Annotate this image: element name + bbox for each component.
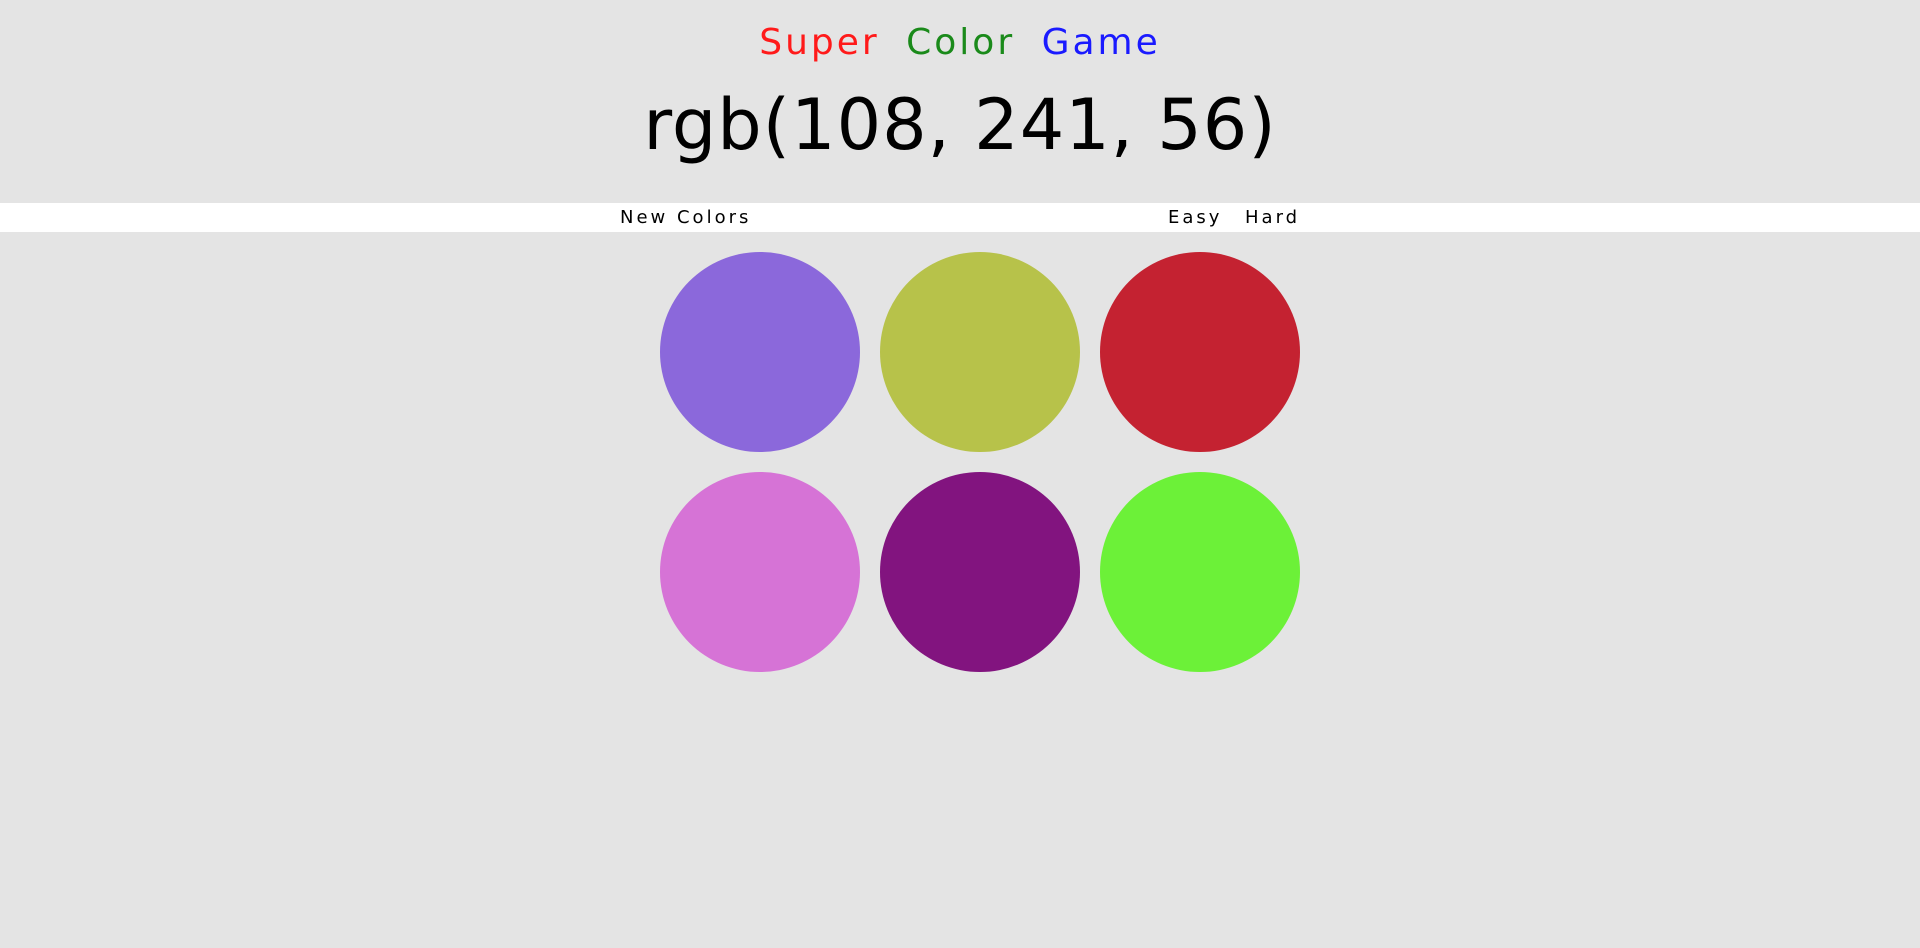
color-circle[interactable] <box>880 252 1080 452</box>
easy-mode-button[interactable]: Easy <box>1168 203 1222 232</box>
color-circle[interactable] <box>660 472 860 672</box>
color-circle[interactable] <box>880 472 1080 672</box>
target-color-display: rgb(108, 241, 56) <box>643 84 1277 166</box>
controls-bar: New Colors Easy Hard <box>0 203 1920 232</box>
hard-mode-button[interactable]: Hard <box>1245 203 1300 232</box>
color-board <box>0 232 1920 948</box>
title-word-color: Color <box>906 22 1016 63</box>
title-word-super: Super <box>759 22 880 63</box>
title-word-game: Game <box>1041 22 1161 63</box>
color-circle[interactable] <box>660 252 860 452</box>
game-title: Super Color Game <box>0 18 1920 68</box>
color-circle[interactable] <box>1100 472 1300 672</box>
color-circle[interactable] <box>1100 252 1300 452</box>
game-header: Super Color Game rgb(108, 241, 56) <box>0 0 1920 203</box>
new-colors-button[interactable]: New Colors <box>620 203 751 232</box>
